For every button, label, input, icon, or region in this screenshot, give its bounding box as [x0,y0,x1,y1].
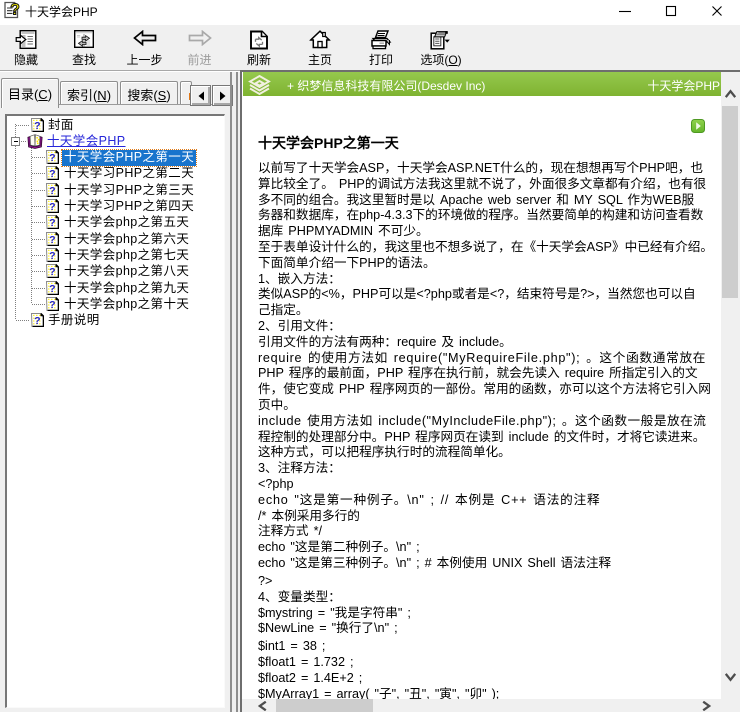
svg-text:?: ? [49,233,56,245]
svg-text:?: ? [49,250,56,262]
svg-text:?: ? [34,315,41,327]
svg-text:?: ? [10,1,20,18]
svg-text:?: ? [49,266,56,278]
svg-text:?: ? [49,282,56,294]
svg-text:?: ? [49,299,56,311]
svg-text:?: ? [49,152,56,164]
svg-text:?: ? [49,184,56,196]
svg-text:?: ? [49,217,56,229]
svg-text:?: ? [49,168,56,180]
svg-text:?: ? [34,119,41,131]
svg-text:?: ? [49,201,56,213]
